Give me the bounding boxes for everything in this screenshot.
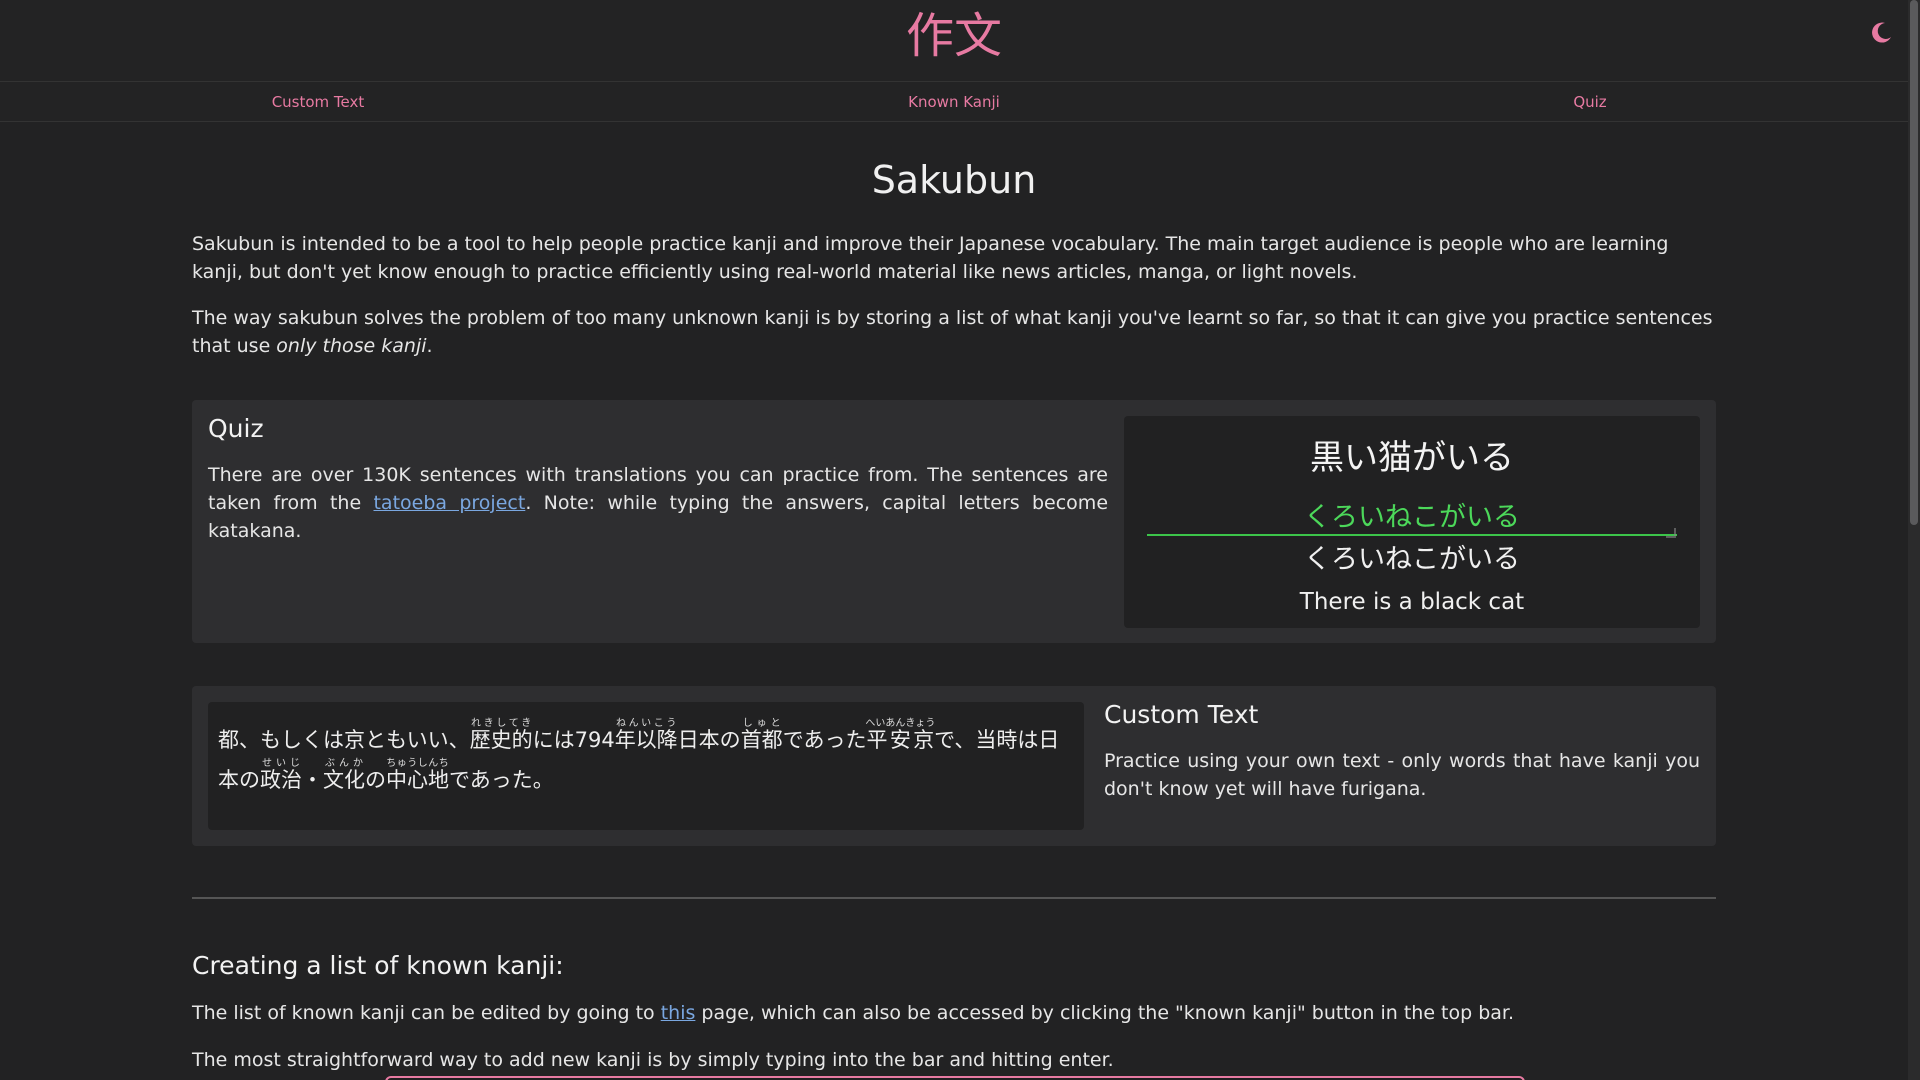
- custom-text-heading: Custom Text: [1104, 700, 1259, 729]
- quiz-answer-input[interactable]: [1147, 494, 1677, 536]
- known-kanji-page-link[interactable]: this: [661, 1002, 696, 1024]
- nav-known-kanji[interactable]: Known Kanji: [636, 82, 1272, 121]
- custom-text-paragraph: Practice using your own text - only word…: [1104, 750, 1700, 800]
- nav-quiz[interactable]: Quiz: [1272, 82, 1908, 121]
- intro: Sakubun is intended to be a tool to help…: [192, 230, 1716, 360]
- furigana-demo: 都、もしくは京ともいい、歴史的れきしてきには794年以降ねんいこう日本の首都しゅ…: [208, 702, 1084, 830]
- quiz-paragraph: There are over 130K sentences with trans…: [208, 464, 1109, 542]
- tatoeba-link[interactable]: tatoeba project: [373, 492, 525, 514]
- ruby-word: 中心地ちゅうしんち: [386, 758, 449, 792]
- scrollbar[interactable]: [1908, 0, 1920, 1080]
- page: 作文 Custom Text Known Kanji Quiz Sakubun …: [0, 0, 1920, 1080]
- nav-bar: Custom Text Known Kanji Quiz: [0, 82, 1908, 122]
- nav-custom-text[interactable]: Custom Text: [0, 82, 636, 121]
- known-kanji-paragraph-2: The most straightforward way to add new …: [192, 1049, 1114, 1071]
- known-kanji-paragraph-1: The list of known kanji can be edited by…: [192, 1002, 1515, 1024]
- ruby-word: 文化ぶんか: [323, 758, 365, 792]
- quiz-heading: Quiz: [208, 414, 264, 443]
- quiz-reading: くろいねこがいる: [1304, 544, 1520, 575]
- ruby-word: 平安京へいあんきょう: [865, 718, 936, 752]
- ruby-word: 歴史的れきしてき: [469, 718, 533, 752]
- ruby-word: 政治せいじ: [260, 758, 302, 792]
- quiz-demo: 黒い猫がいる くろいねこがいる There is a black cat: [1124, 416, 1700, 628]
- quiz-translation: There is a black cat: [1299, 589, 1525, 615]
- intro-paragraph-2: The way sakubun solves the problem of to…: [192, 307, 1713, 357]
- intro-paragraph-1: Sakubun is intended to be a tool to help…: [192, 233, 1669, 283]
- known-kanji-heading: Creating a list of known kanji:: [192, 951, 564, 980]
- quiz-sentence: 黒い猫がいる: [1310, 438, 1514, 478]
- custom-text-description: Custom Text Practice using your own text…: [1104, 700, 1700, 803]
- ruby-word: 年以降ねんいこう: [614, 718, 678, 752]
- quiz-card: Quiz There are over 130K sentences with …: [192, 400, 1716, 643]
- custom-text-card: 都、もしくは京ともいい、歴史的れきしてきには794年以降ねんいこう日本の首都しゅ…: [192, 686, 1716, 846]
- main-content: Sakubun Sakubun is intended to be a tool…: [192, 122, 1716, 1074]
- quiz-description: Quiz There are over 130K sentences with …: [208, 414, 1108, 545]
- top-bar: 作文: [0, 0, 1908, 82]
- moon-icon[interactable]: [1868, 20, 1894, 46]
- site-logo[interactable]: 作文: [0, 6, 1908, 66]
- divider: [192, 897, 1716, 899]
- page-title: Sakubun: [871, 158, 1037, 202]
- kanji-input-preview[interactable]: [385, 1076, 1525, 1080]
- scrollbar-thumb[interactable]: [1910, 0, 1918, 525]
- emphasis: only those kanji: [276, 335, 427, 357]
- known-kanji-section: Creating a list of known kanji: The list…: [192, 951, 1716, 1074]
- ruby-word: 首都しゅと: [740, 718, 783, 752]
- resize-grip-icon[interactable]: [1666, 528, 1676, 538]
